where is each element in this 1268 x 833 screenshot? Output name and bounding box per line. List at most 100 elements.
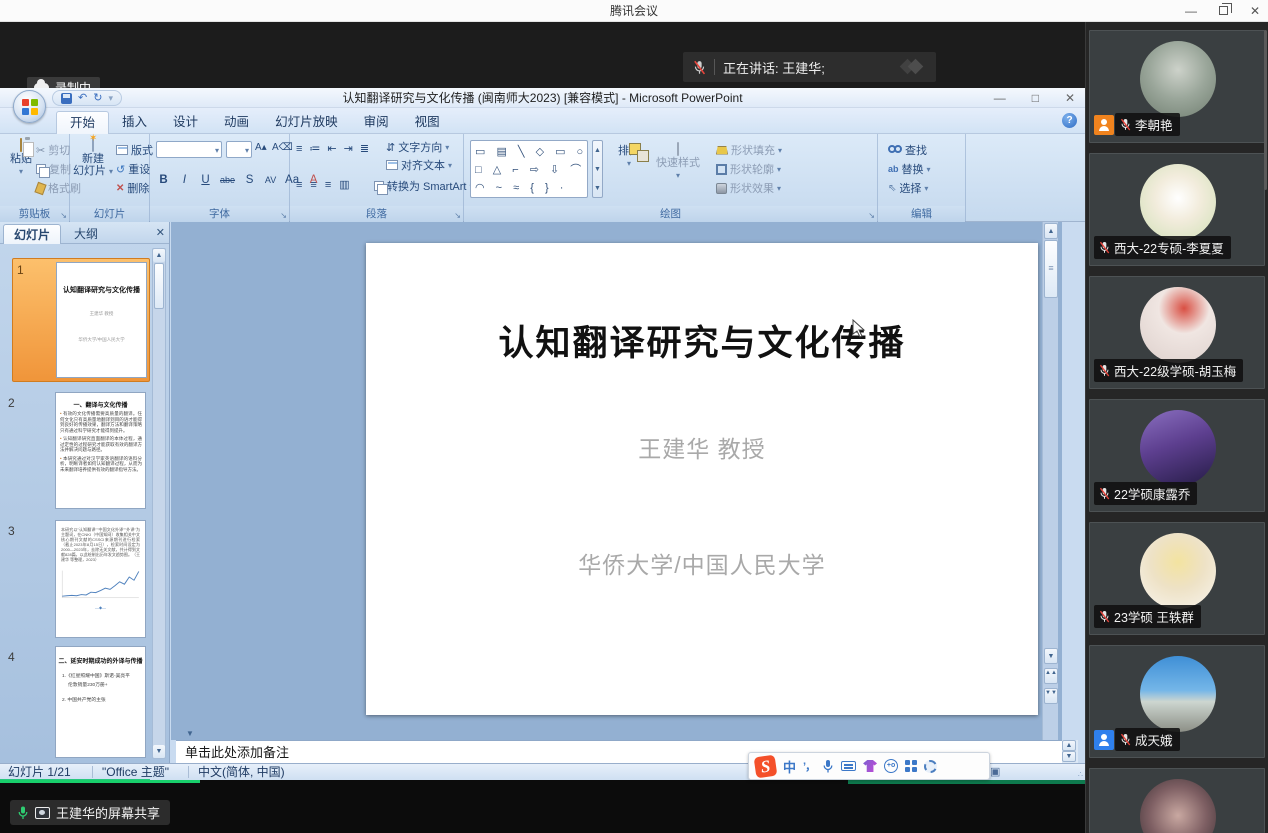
- align-left-icon[interactable]: ≡: [296, 179, 303, 191]
- next-slide-button[interactable]: ▼▼: [1044, 688, 1058, 704]
- align-right-icon[interactable]: ≡: [325, 179, 332, 191]
- align-center-icon[interactable]: ≡: [310, 179, 317, 191]
- shape-effects-button[interactable]: 形状效果▾: [716, 180, 781, 196]
- shapes-more-icon[interactable]: ▼: [593, 179, 602, 198]
- participant-tile[interactable]: 西大-22专硕-李夏夏: [1089, 153, 1265, 266]
- tab-home[interactable]: 开始: [56, 111, 109, 134]
- participant-tile[interactable]: 成天娥: [1089, 645, 1265, 758]
- notes-scroll-up-icon[interactable]: ▲: [1062, 740, 1076, 751]
- cut-button[interactable]: ✂剪切: [36, 142, 70, 158]
- notes-scroll-down-icon[interactable]: ▼: [1062, 751, 1076, 762]
- find-button[interactable]: 查找: [888, 142, 927, 158]
- tab-slides-thumbnails[interactable]: 幻灯片: [3, 224, 61, 244]
- pane-close-icon[interactable]: ✕: [156, 226, 165, 239]
- undo-button[interactable]: ↶: [78, 91, 87, 105]
- toolbox-grid-icon[interactable]: [905, 760, 917, 772]
- align-text-button[interactable]: 对齐文本▾: [386, 157, 452, 173]
- qat-customize-button[interactable]: ▾: [108, 93, 113, 104]
- voice-input-icon[interactable]: [822, 759, 834, 774]
- fit-to-window-icon[interactable]: ▣: [990, 764, 1000, 780]
- pane-scrollbar[interactable]: ▲ ▼: [152, 248, 166, 759]
- resize-grip[interactable]: ∴: [1078, 770, 1084, 779]
- italic-button[interactable]: I: [177, 174, 192, 186]
- shape-outline-button[interactable]: 形状轮廓▾: [716, 161, 781, 177]
- numbering-icon[interactable]: ≔: [309, 142, 320, 155]
- emoji-robot-icon[interactable]: +o: [884, 759, 898, 773]
- tab-review[interactable]: 审阅: [351, 111, 402, 134]
- shapes-gallery-scrollbar[interactable]: ▲ ▼ ▼: [592, 140, 603, 198]
- bullets-icon[interactable]: ≡: [296, 143, 302, 155]
- increase-indent-icon[interactable]: ⇥: [344, 142, 353, 155]
- notes-scrollbar[interactable]: ▲ ▼: [1062, 740, 1078, 763]
- participant-tile[interactable]: 西大-22级学硕-胡玉梅: [1089, 276, 1265, 389]
- decrease-indent-icon[interactable]: ⇤: [327, 142, 336, 155]
- tab-design[interactable]: 设计: [160, 111, 211, 134]
- thumbnail-selected-frame[interactable]: 1 认知翻译研究与文化传播 王建华 教授 华侨大学/中国人民大学: [12, 258, 150, 382]
- replace-button[interactable]: ab替换▾: [888, 161, 931, 177]
- save-icon[interactable]: [61, 93, 72, 104]
- line-spacing-icon[interactable]: ≣: [360, 142, 369, 155]
- text-direction-button[interactable]: ⇵文字方向▾: [386, 139, 449, 155]
- participant-tile[interactable]: 22学硕康露乔: [1089, 399, 1265, 512]
- restore-button[interactable]: [1219, 0, 1228, 22]
- tab-insert[interactable]: 插入: [109, 111, 160, 134]
- tab-outline[interactable]: 大纲: [63, 224, 109, 244]
- participant-tile[interactable]: 李朝艳: [1089, 30, 1265, 143]
- shapes-gallery[interactable]: ▭ ▤ ╲ ◇ ▭ ○ □ △ ⌐ ⇨ ⇩ ⌒ ◠ ~ ≈ { } ·: [470, 140, 588, 198]
- skin-icon[interactable]: [863, 760, 877, 772]
- paragraph-dialog-launcher[interactable]: ↘: [454, 212, 461, 220]
- participant-tile[interactable]: [1089, 768, 1265, 833]
- keyboard-icon[interactable]: [841, 761, 856, 771]
- char-spacing-button[interactable]: AV: [263, 175, 278, 185]
- slide-thumbnail-2[interactable]: 一、翻译与文化传播 有效的文化传播需要高质量的翻译。任何文化只有高质量地翻译到目…: [55, 392, 146, 509]
- scroll-up-icon[interactable]: ▲: [1044, 223, 1058, 239]
- font-name-select[interactable]: ▾: [156, 141, 222, 158]
- help-icon[interactable]: ?: [1062, 113, 1077, 128]
- tab-view[interactable]: 视图: [402, 111, 453, 134]
- slide-canvas[interactable]: 认知翻译研究与文化传播 王建华 教授 华侨大学/中国人民大学: [366, 243, 1038, 715]
- quick-styles-button[interactable]: 快速样式▾: [652, 143, 704, 182]
- sidebar-scrollbar[interactable]: [1264, 30, 1267, 190]
- ppt-maximize-button[interactable]: □: [1032, 90, 1039, 106]
- scroll-down-icon[interactable]: ▼: [1044, 648, 1058, 664]
- font-dialog-launcher[interactable]: ↘: [280, 212, 287, 220]
- redo-button[interactable]: ↻: [93, 91, 102, 105]
- reset-button[interactable]: ↺重设: [116, 161, 150, 177]
- arrange-button[interactable]: 排列▾: [612, 143, 646, 170]
- smartart-button[interactable]: 转换为 SmartArt▾: [374, 178, 473, 194]
- language-indicator[interactable]: 中文(简体, 中国): [198, 764, 285, 780]
- minimize-button[interactable]: —: [1185, 0, 1197, 22]
- notes-splitter-arrow[interactable]: ▼: [186, 729, 194, 738]
- ppt-minimize-button[interactable]: —: [994, 90, 1006, 106]
- ppt-close-button[interactable]: ✕: [1065, 90, 1075, 106]
- pane-scroll-up-icon[interactable]: ▲: [153, 249, 165, 262]
- theme-indicator[interactable]: "Office 主题": [102, 764, 169, 780]
- settings-gear-icon[interactable]: [924, 760, 937, 773]
- columns-icon[interactable]: ▥: [339, 178, 350, 191]
- delete-button[interactable]: ✕删除: [116, 180, 149, 196]
- close-button[interactable]: ✕: [1250, 0, 1260, 22]
- tab-animations[interactable]: 动画: [211, 111, 262, 134]
- punctuation-icon[interactable]: ’，: [803, 758, 815, 774]
- grow-font-button[interactable]: A▴: [255, 142, 267, 153]
- strikethrough-button[interactable]: abe: [219, 175, 236, 185]
- office-button[interactable]: [13, 90, 46, 123]
- editor-scroll-thumb[interactable]: [1044, 240, 1058, 298]
- drawing-dialog-launcher[interactable]: ↘: [868, 212, 875, 220]
- font-size-select[interactable]: ▾: [226, 141, 252, 158]
- tab-slideshow[interactable]: 幻灯片放映: [262, 111, 351, 134]
- select-button[interactable]: ⇖选择▾: [888, 180, 928, 196]
- participant-tile[interactable]: 23学硕 王轶群: [1089, 522, 1265, 635]
- clipboard-dialog-launcher[interactable]: ↘: [60, 212, 67, 220]
- slide-thumbnail-4[interactable]: 二、延安时期成功的外译与传播 1.《红星照耀中国》斯诺-吴亮平 伦敦销量230万…: [55, 646, 146, 758]
- slide-thumbnail-1[interactable]: 认知翻译研究与文化传播 王建华 教授 华侨大学/中国人民大学: [56, 262, 147, 378]
- shape-fill-button[interactable]: 形状填充▾: [716, 142, 782, 158]
- bold-button[interactable]: B: [156, 174, 171, 186]
- pane-scroll-thumb[interactable]: [154, 263, 164, 309]
- chinese-mode-icon[interactable]: 中: [783, 757, 796, 776]
- slide-thumbnail-3[interactable]: 本研究以"认知翻译""中国文化外译""外译"为主题词，在CNKI（中国知网）收集…: [55, 520, 146, 638]
- previous-slide-button[interactable]: ▲▲: [1044, 668, 1058, 684]
- copy-button[interactable]: 复制: [36, 161, 71, 177]
- pane-scroll-down-icon[interactable]: ▼: [153, 745, 165, 758]
- sogou-logo[interactable]: S: [754, 754, 778, 778]
